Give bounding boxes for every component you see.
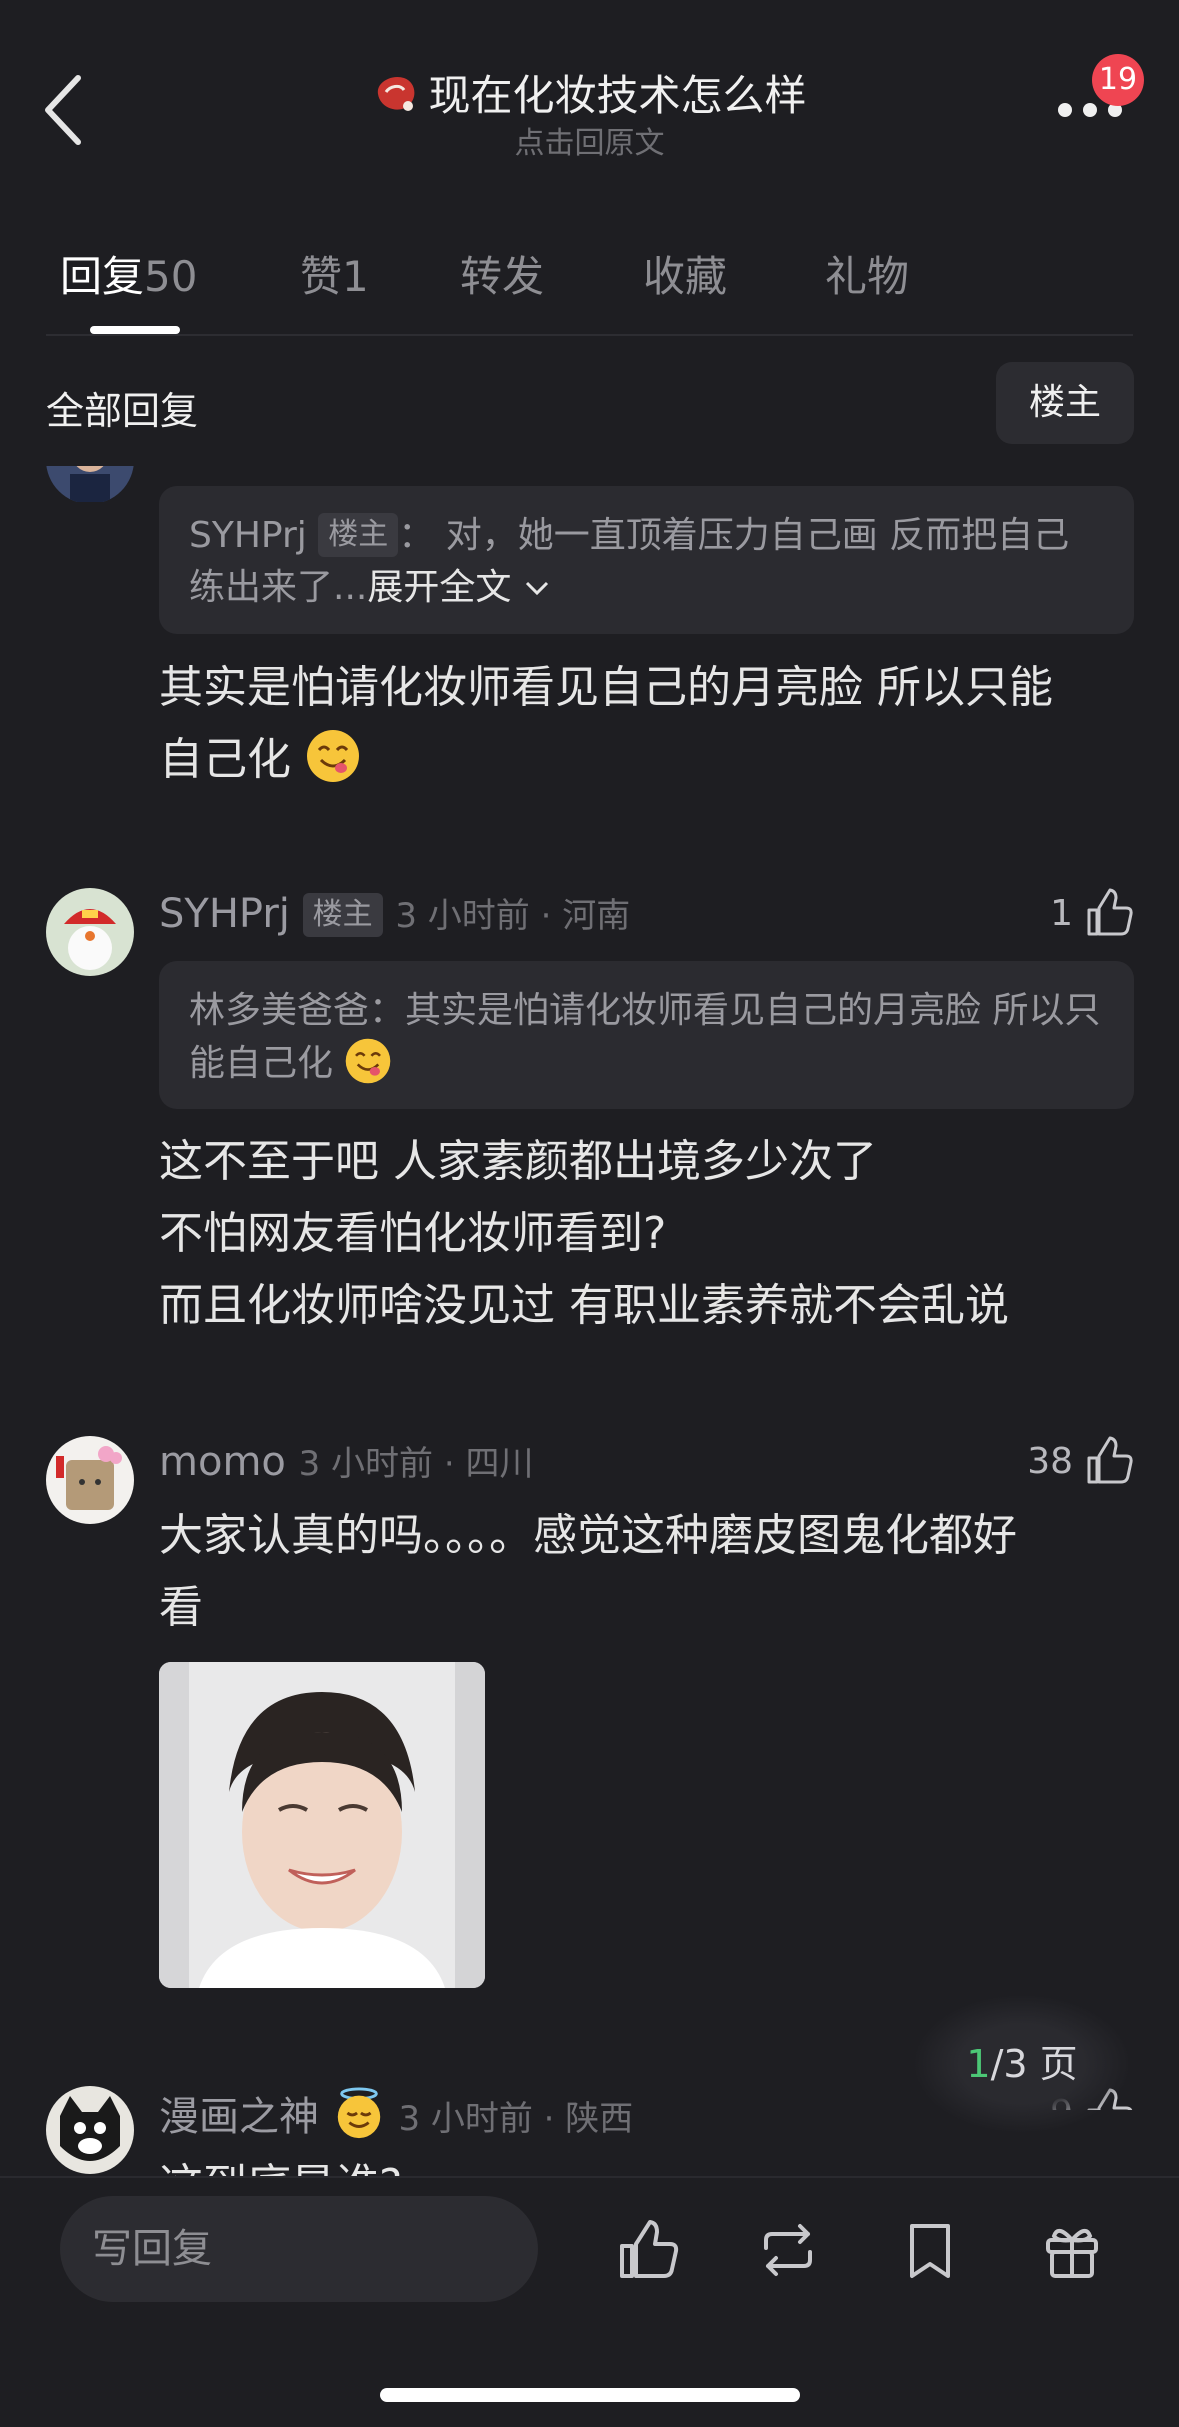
tab-reposts[interactable]: 转发 xyxy=(460,243,544,304)
comment-line: 看 xyxy=(159,1582,203,1633)
angel-emoji-icon xyxy=(337,2087,380,2139)
like-count: 38 xyxy=(1027,1440,1073,1482)
thumbs-up-icon xyxy=(1087,888,1133,936)
avatar[interactable] xyxy=(46,2086,134,2174)
op-tag: 楼主 xyxy=(318,513,399,557)
username[interactable]: 漫画之神 xyxy=(159,2094,319,2140)
comment-image[interactable] xyxy=(159,1662,485,1988)
comment-body: 其实是怕请化妆师看见自己的月亮脸 所以只能 自己化 xyxy=(159,652,1134,796)
bookmark-icon[interactable] xyxy=(898,2218,962,2282)
back-to-original-link[interactable]: 点击回原文 xyxy=(0,118,1179,162)
yum-emoji-icon xyxy=(307,730,359,782)
page-indicator[interactable]: 1/3 页 xyxy=(912,1994,1132,2134)
comment-line: 其实是怕请化妆师看见自己的月亮脸 所以只能 xyxy=(159,662,1053,713)
like-count: 1 xyxy=(1050,892,1073,934)
comment-line: 这到底是谁? xyxy=(159,2150,1134,2178)
reply-input[interactable]: 写回复 xyxy=(60,2196,538,2302)
timestamp-location: 3 小时前 · 河南 xyxy=(395,896,631,936)
home-indicator xyxy=(380,2388,800,2402)
comment-header: SYHPrj 楼主 3 小时前 · 河南 xyxy=(159,884,630,946)
timestamp-location: 3 小时前 · 四川 xyxy=(298,1444,534,1484)
op-only-filter-button[interactable]: 楼主 xyxy=(996,362,1134,444)
comment-body: 这不至于吧 人家素颜都出境多少次了 不怕网友看怕化妆师看到? 而且化妆师啥没见过… xyxy=(159,1126,1134,1342)
comment-line: 而且化妆师啥没见过 有职业素养就不会乱说 xyxy=(159,1280,1009,1331)
avatar[interactable] xyxy=(46,1436,134,1524)
steak-emoji-icon xyxy=(378,76,415,111)
tab-label: 回复 xyxy=(60,252,145,301)
post-title-text: 现在化妆技术怎么样 xyxy=(428,71,807,120)
active-tab-indicator xyxy=(90,326,180,334)
current-page: 1 xyxy=(966,2042,991,2086)
yum-emoji-icon xyxy=(346,1038,391,1084)
username[interactable]: SYHPrj xyxy=(159,891,290,937)
quoted-reply[interactable]: SYHPrj 楼主： 对，她一直顶着压力自己画 反而把自己练出来了...展开全文 xyxy=(159,486,1134,634)
avatar[interactable] xyxy=(46,888,134,976)
tab-count: 1 xyxy=(342,252,369,301)
quoted-reply[interactable]: 林多美爸爸：其实是怕请化妆师看见自己的月亮脸 所以只能自己化 xyxy=(159,961,1134,1109)
tab-likes[interactable]: 赞1 xyxy=(300,243,369,304)
total-pages: /3 页 xyxy=(990,2042,1078,2086)
op-tag: 楼主 xyxy=(302,893,383,937)
comment-body: 这到底是谁? xyxy=(159,2150,1134,2178)
tab-label: 转发 xyxy=(460,252,545,301)
comment-line: 不怕网友看怕化妆师看到? xyxy=(159,1208,667,1259)
tab-replies[interactable]: 回复50 xyxy=(60,243,197,304)
comment-header: momo 3 小时前 · 四川 xyxy=(159,1432,533,1494)
comment-line: 自己化 xyxy=(159,724,1134,796)
comment-body: 大家认真的吗。。。。感觉这种磨皮图鬼化都好 看 xyxy=(159,1500,1134,1644)
quoted-author: SYHPrj xyxy=(189,515,307,556)
comment-header: 漫画之神 3 小时前 · 陕西 xyxy=(159,2086,633,2149)
tab-divider xyxy=(46,334,1133,336)
expand-full-text-link[interactable]: 展开全文 xyxy=(367,567,511,608)
repost-icon[interactable] xyxy=(756,2218,820,2282)
thumbs-up-icon xyxy=(1087,1436,1133,1484)
comment-line: 这不至于吧 人家素颜都出境多少次了 xyxy=(159,1136,877,1187)
tab-gifts[interactable]: 礼物 xyxy=(825,243,909,304)
username[interactable]: momo xyxy=(159,1439,286,1485)
tab-count: 50 xyxy=(144,252,198,301)
timestamp-location: 3 小时前 · 陕西 xyxy=(398,2099,634,2139)
gift-icon[interactable] xyxy=(1040,2218,1104,2282)
quoted-text: 林多美爸爸：其实是怕请化妆师看见自己的月亮脸 所以只能自己化 xyxy=(189,990,1101,1084)
notification-badge: 19 xyxy=(1092,54,1144,106)
like-button[interactable]: 1 xyxy=(1050,888,1133,938)
tab-label: 礼物 xyxy=(825,252,910,301)
post-title[interactable]: 现在化妆技术怎么样 xyxy=(0,62,1179,123)
tab-label: 赞 xyxy=(300,252,343,301)
comment-line: 大家认真的吗。。。。感觉这种磨皮图鬼化都好 xyxy=(159,1510,1017,1561)
chevron-down-icon xyxy=(525,581,548,596)
like-icon[interactable] xyxy=(616,2218,680,2282)
tab-favorites[interactable]: 收藏 xyxy=(643,243,727,304)
all-replies-filter[interactable]: 全部回复 xyxy=(46,380,198,435)
like-button[interactable]: 38 xyxy=(1027,1436,1133,1486)
tab-label: 收藏 xyxy=(643,252,728,301)
